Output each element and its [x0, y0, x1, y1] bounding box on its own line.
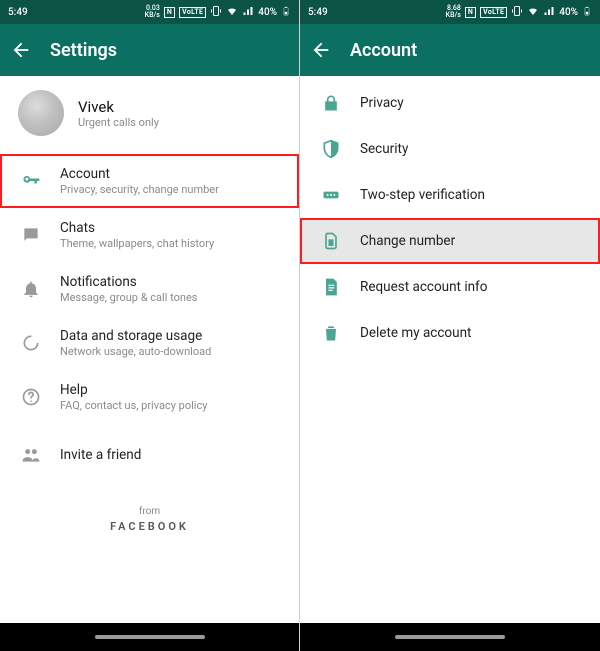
battery-icon	[582, 5, 592, 20]
account-item-delete[interactable]: Delete my account	[300, 310, 600, 356]
settings-item-account[interactable]: Account Privacy, security, change number	[0, 154, 299, 208]
bell-icon	[20, 278, 42, 300]
account-screen: 5:49 8.68 KB/s N VoLTE 40% Account	[300, 0, 600, 651]
profile-subtitle: Urgent calls only	[78, 116, 159, 129]
status-bar: 5:49 8.68 KB/s N VoLTE 40%	[300, 0, 600, 24]
key-icon	[20, 170, 42, 192]
item-subtitle: Message, group & call tones	[60, 291, 197, 304]
account-list: Privacy Security Two-step verification	[300, 76, 600, 356]
item-subtitle: Network usage, auto-download	[60, 345, 211, 358]
wifi-icon	[527, 5, 539, 20]
nav-bar[interactable]	[0, 623, 299, 651]
settings-screen: 5:49 0.03 KB/s N VoLTE 40% Settings	[0, 0, 300, 651]
item-title: Security	[360, 141, 408, 157]
status-bar: 5:49 0.03 KB/s N VoLTE 40%	[0, 0, 299, 24]
back-icon[interactable]	[10, 39, 32, 61]
sim-icon	[320, 230, 342, 252]
battery-icon	[281, 5, 291, 20]
account-item-privacy[interactable]: Privacy	[300, 80, 600, 126]
chat-icon	[20, 224, 42, 246]
vibrate-icon	[511, 5, 523, 20]
avatar	[18, 90, 64, 136]
volte-icon: VoLTE	[480, 7, 507, 18]
item-title: Notifications	[60, 274, 197, 290]
volte-icon: VoLTE	[179, 7, 206, 18]
nav-bar[interactable]	[300, 623, 600, 651]
signal-icon	[242, 5, 254, 20]
item-title: Help	[60, 382, 207, 398]
item-title: Data and storage usage	[60, 328, 211, 344]
pin-icon	[320, 184, 342, 206]
battery-pct: 40%	[258, 7, 277, 18]
nav-handle[interactable]	[395, 635, 505, 639]
battery-pct: 40%	[559, 7, 578, 18]
nfc-icon: N	[164, 7, 175, 18]
trash-icon	[320, 322, 342, 344]
settings-item-chats[interactable]: Chats Theme, wallpapers, chat history	[0, 208, 299, 262]
item-subtitle: FAQ, contact us, privacy policy	[60, 399, 207, 412]
item-title: Request account info	[360, 279, 487, 295]
item-subtitle: Privacy, security, change number	[60, 183, 219, 196]
settings-list: Account Privacy, security, change number…	[0, 150, 299, 478]
item-title: Chats	[60, 220, 214, 236]
document-icon	[320, 276, 342, 298]
vibrate-icon	[210, 5, 222, 20]
account-item-security[interactable]: Security	[300, 126, 600, 172]
signal-icon	[543, 5, 555, 20]
account-item-request-info[interactable]: Request account info	[300, 264, 600, 310]
data-usage-icon	[20, 332, 42, 354]
status-time: 5:49	[8, 7, 28, 18]
page-title: Account	[350, 40, 417, 61]
app-bar: Account	[300, 24, 600, 76]
brand-label: FACEBOOK	[0, 520, 299, 533]
settings-item-data[interactable]: Data and storage usage Network usage, au…	[0, 316, 299, 370]
item-title: Privacy	[360, 95, 404, 111]
lock-icon	[320, 92, 342, 114]
nfc-icon: N	[465, 7, 476, 18]
people-icon	[20, 444, 42, 466]
net-speed: 8.68 KB/s	[446, 5, 461, 19]
settings-item-help[interactable]: Help FAQ, contact us, privacy policy	[0, 370, 299, 424]
account-item-change-number[interactable]: Change number	[300, 218, 600, 264]
app-bar: Settings	[0, 24, 299, 76]
item-title: Invite a friend	[60, 447, 141, 463]
page-title: Settings	[50, 40, 117, 61]
help-icon	[20, 386, 42, 408]
wifi-icon	[226, 5, 238, 20]
from-label: from	[0, 506, 299, 517]
profile-row[interactable]: Vivek Urgent calls only	[0, 76, 299, 150]
shield-icon	[320, 138, 342, 160]
item-title: Delete my account	[360, 325, 471, 341]
profile-name: Vivek	[78, 98, 159, 116]
net-speed: 0.03 KB/s	[145, 5, 160, 19]
nav-handle[interactable]	[95, 635, 205, 639]
item-title: Account	[60, 166, 219, 182]
account-item-two-step[interactable]: Two-step verification	[300, 172, 600, 218]
status-time: 5:49	[308, 7, 328, 18]
back-icon[interactable]	[310, 39, 332, 61]
item-subtitle: Theme, wallpapers, chat history	[60, 237, 214, 250]
item-title: Change number	[360, 233, 455, 249]
settings-item-invite[interactable]: Invite a friend	[0, 432, 299, 478]
settings-item-notifications[interactable]: Notifications Message, group & call tone…	[0, 262, 299, 316]
item-title: Two-step verification	[360, 187, 485, 203]
